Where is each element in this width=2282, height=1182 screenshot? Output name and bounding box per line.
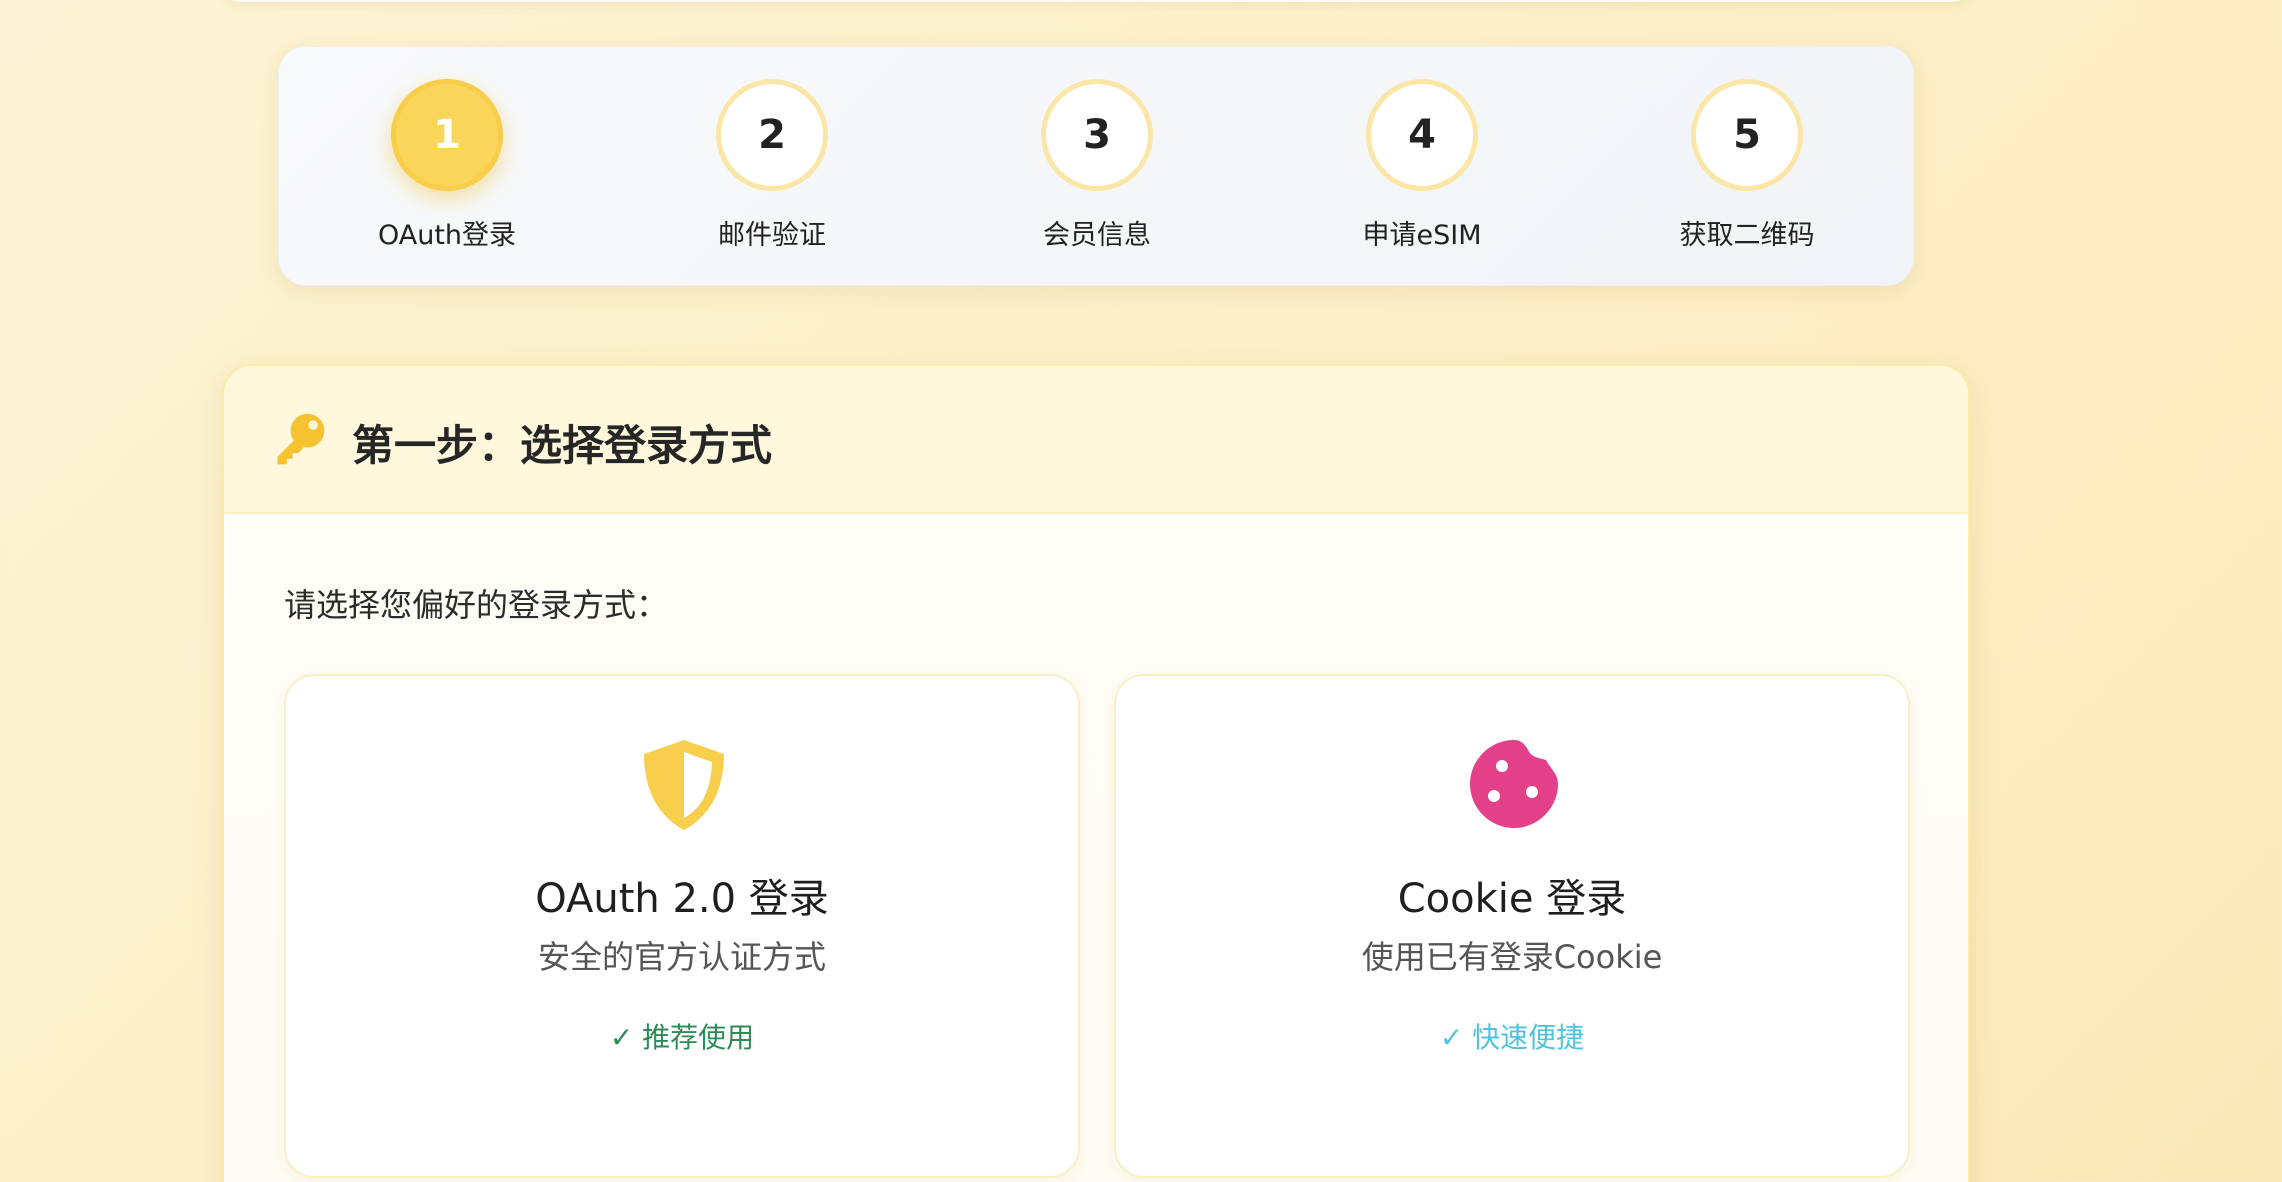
step-number-badge: 4 — [1366, 79, 1478, 191]
progress-stepper: 1 OAuth登录 2 邮件验证 3 会员信息 4 申请eSIM 5 获取二维码 — [278, 46, 1914, 286]
key-icon — [277, 413, 325, 465]
option-description: 安全的官方认证方式 — [537, 938, 826, 976]
step-label: 邮件验证 — [718, 220, 826, 251]
option-description: 使用已有登录Cookie — [1361, 938, 1663, 976]
step-2[interactable]: 2 邮件验证 — [662, 47, 882, 287]
step-number-badge: 5 — [1691, 79, 1803, 191]
step-3[interactable]: 3 会员信息 — [987, 47, 1207, 287]
step-4[interactable]: 4 申请eSIM — [1312, 47, 1532, 287]
shield-icon — [644, 740, 724, 830]
option-title: OAuth 2.0 登录 — [535, 876, 829, 922]
step-number-badge: 2 — [716, 79, 828, 191]
oauth-login-option[interactable]: OAuth 2.0 登录 安全的官方认证方式 ✓ 推荐使用 — [284, 674, 1080, 1178]
step-number-badge: 1 — [391, 79, 503, 191]
step-label: 获取二维码 — [1679, 220, 1815, 251]
login-method-card: 第一步：选择登录方式 请选择您偏好的登录方式： OAuth 2.0 登录 安全的… — [222, 364, 1970, 1182]
step-number-badge: 3 — [1041, 79, 1153, 191]
cookie-login-option[interactable]: Cookie 登录 使用已有登录Cookie ✓ 快速便捷 — [1114, 674, 1910, 1178]
step-5[interactable]: 5 获取二维码 — [1637, 47, 1857, 287]
step-label: 会员信息 — [1043, 220, 1151, 251]
step-1[interactable]: 1 OAuth登录 — [337, 47, 557, 287]
previous-card-edge — [222, 0, 1970, 2]
option-badge: ✓ 快速便捷 — [1439, 1021, 1585, 1054]
option-title: Cookie 登录 — [1397, 876, 1627, 922]
card-body: 请选择您偏好的登录方式： OAuth 2.0 登录 安全的官方认证方式 ✓ 推荐… — [224, 514, 1968, 1182]
card-header: 第一步：选择登录方式 — [224, 366, 1968, 514]
option-badge: ✓ 推荐使用 — [609, 1021, 755, 1054]
step-label: OAuth登录 — [377, 220, 517, 251]
cookie-icon — [1470, 740, 1558, 828]
card-title: 第一步：选择登录方式 — [352, 421, 773, 470]
step-label: 申请eSIM — [1362, 220, 1482, 251]
login-prompt: 请选择您偏好的登录方式： — [284, 586, 669, 624]
